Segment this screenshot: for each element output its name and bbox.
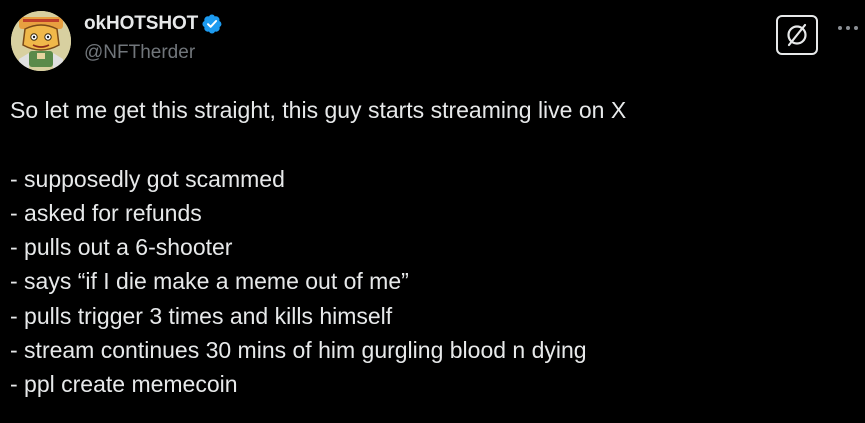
tweet-point: - says “if I die make a meme out of me” (10, 268, 409, 295)
author-info[interactable]: okHOTSHOT @NFTherder (84, 12, 222, 64)
display-name-row: okHOTSHOT (84, 12, 222, 36)
tweet-point: - pulls out a 6-shooter (10, 234, 233, 261)
verified-badge-icon[interactable] (202, 14, 222, 34)
handle[interactable]: @NFTherder (84, 42, 222, 64)
avatar[interactable] (11, 11, 71, 71)
tweet-point: - asked for refunds (10, 199, 202, 226)
tweet-intro: So let me get this straight, this guy st… (10, 97, 627, 123)
post: okHOTSHOT @NFTherder So let me get this … (0, 0, 865, 423)
tweet-point: - ppl create memecoin (10, 371, 238, 398)
display-name[interactable]: okHOTSHOT (84, 13, 198, 35)
cartoon-avatar-icon (11, 11, 71, 71)
tweet-point: - supposedly got scammed (10, 165, 285, 192)
more-options-button[interactable] (836, 18, 860, 38)
tweet-point: - pulls trigger 3 times and kills himsel… (10, 302, 393, 329)
more-options-icon (838, 26, 858, 30)
tweet-text: So let me get this straight, this guy st… (10, 93, 855, 402)
grok-button[interactable] (776, 15, 818, 55)
grok-icon (787, 23, 807, 47)
tweet-point: - stream continues 30 mins of him gurgli… (10, 337, 587, 364)
